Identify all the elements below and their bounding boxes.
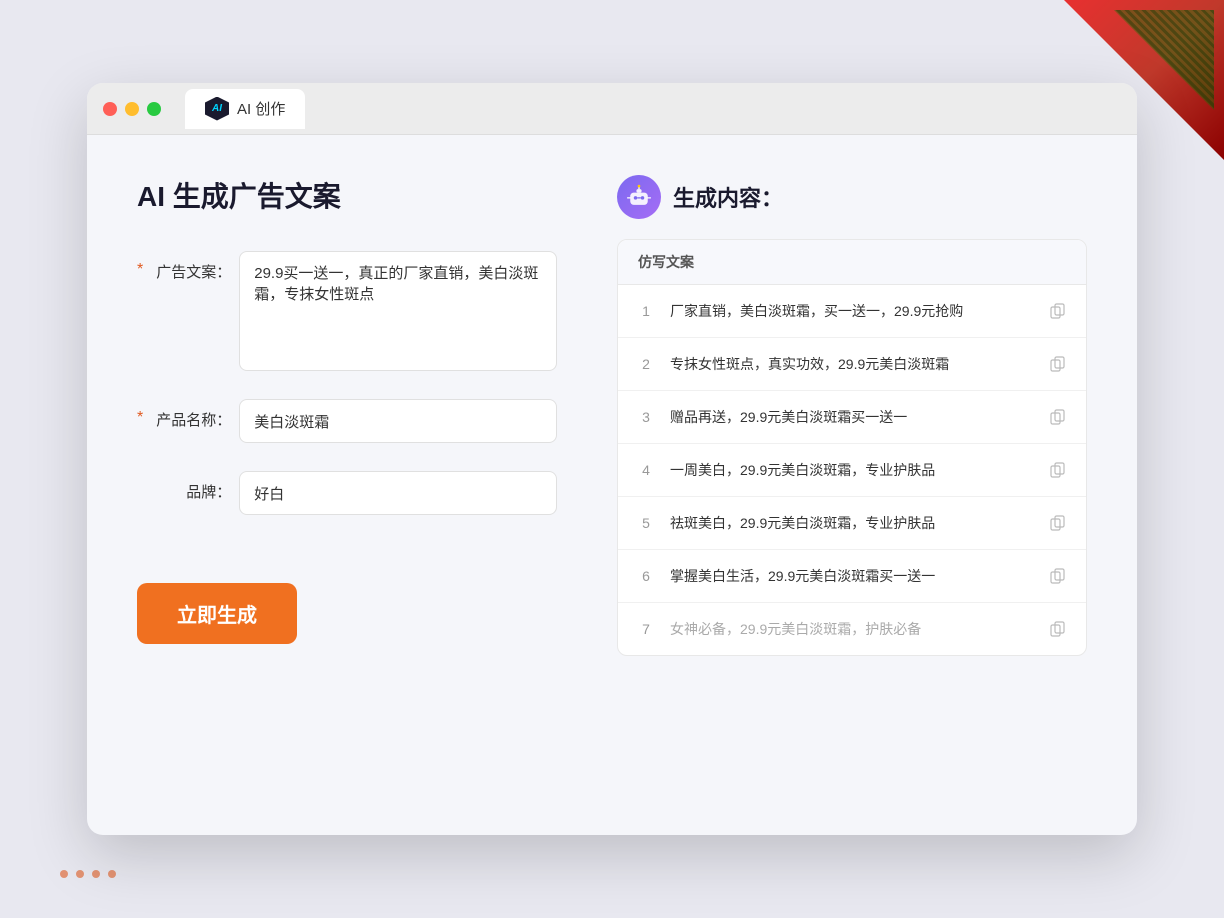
row-number: 3 xyxy=(634,409,658,425)
result-title: 生成内容： xyxy=(673,181,783,213)
right-panel: 生成内容： 仿写文案 1 厂家直销，美白淡斑霜，买一送一，29.9元抢购 2 专抹女… xyxy=(617,175,1087,795)
ad-copy-group: * 广告文案： xyxy=(137,251,557,371)
row-text: 专抹女性斑点，真实功效，29.9元美白淡斑霜 xyxy=(670,354,1034,375)
copy-button[interactable] xyxy=(1046,352,1070,376)
row-text: 掌握美白生活，29.9元美白淡斑霜买一送一 xyxy=(670,566,1034,587)
row-text: 女神必备，29.9元美白淡斑霜，护肤必备 xyxy=(670,619,1034,640)
row-text: 赠品再送，29.9元美白淡斑霜买一送一 xyxy=(670,407,1034,428)
row-text: 厂家直销，美白淡斑霜，买一送一，29.9元抢购 xyxy=(670,301,1034,322)
table-row: 2 专抹女性斑点，真实功效，29.9元美白淡斑霜 xyxy=(618,338,1086,391)
page-title: AI 生成广告文案 xyxy=(137,175,557,215)
copy-button[interactable] xyxy=(1046,564,1070,588)
table-row: 5 祛斑美白，29.9元美白淡斑霜，专业护肤品 xyxy=(618,497,1086,550)
row-number: 2 xyxy=(634,356,658,372)
title-bar: AI AI 创作 xyxy=(87,83,1137,135)
close-button[interactable] xyxy=(103,102,117,116)
row-text: 一周美白，29.9元美白淡斑霜，专业护肤品 xyxy=(670,460,1034,481)
tab-label-text: AI 创作 xyxy=(237,98,285,119)
copy-button[interactable] xyxy=(1046,405,1070,429)
brand-label: 品牌： xyxy=(151,471,231,502)
copy-button[interactable] xyxy=(1046,458,1070,482)
table-row: 1 厂家直销，美白淡斑霜，买一送一，29.9元抢购 xyxy=(618,285,1086,338)
product-name-group: * 产品名称： xyxy=(137,399,557,443)
brand-group: * 品牌： xyxy=(137,471,557,515)
result-table: 仿写文案 1 厂家直销，美白淡斑霜，买一送一，29.9元抢购 2 专抹女性斑点，真实… xyxy=(617,239,1087,656)
row-number: 7 xyxy=(634,621,658,637)
table-header: 仿写文案 xyxy=(618,240,1086,285)
tab-ai[interactable]: AI AI 创作 xyxy=(185,89,305,129)
row-number: 1 xyxy=(634,303,658,319)
row-number: 4 xyxy=(634,462,658,478)
bottom-decoration xyxy=(60,870,116,878)
maximize-button[interactable] xyxy=(147,102,161,116)
row-text: 祛斑美白，29.9元美白淡斑霜，专业护肤品 xyxy=(670,513,1034,534)
mac-window: AI AI 创作 AI 生成广告文案 * 广告文案： * 产品名称： * xyxy=(87,83,1137,835)
copy-button[interactable] xyxy=(1046,511,1070,535)
table-row: 3 赠品再送，29.9元美白淡斑霜买一送一 xyxy=(618,391,1086,444)
required-star-ad: * xyxy=(137,251,143,279)
minimize-button[interactable] xyxy=(125,102,139,116)
result-header: 生成内容： xyxy=(617,175,1087,219)
robot-icon xyxy=(617,175,661,219)
copy-button[interactable] xyxy=(1046,299,1070,323)
product-input[interactable] xyxy=(239,399,557,443)
copy-button[interactable] xyxy=(1046,617,1070,641)
table-row: 4 一周美白，29.9元美白淡斑霜，专业护肤品 xyxy=(618,444,1086,497)
ai-logo-icon: AI xyxy=(205,97,229,121)
brand-input[interactable] xyxy=(239,471,557,515)
row-number: 6 xyxy=(634,568,658,584)
generate-button[interactable]: 立即生成 xyxy=(137,583,297,644)
product-label: 产品名称： xyxy=(151,399,231,430)
table-row: 7 女神必备，29.9元美白淡斑霜，护肤必备 xyxy=(618,603,1086,655)
traffic-lights xyxy=(103,102,161,116)
left-panel: AI 生成广告文案 * 广告文案： * 产品名称： * 品牌： 立即生成 xyxy=(137,175,557,795)
main-content: AI 生成广告文案 * 广告文案： * 产品名称： * 品牌： 立即生成 xyxy=(87,135,1137,835)
result-rows-container: 1 厂家直销，美白淡斑霜，买一送一，29.9元抢购 2 专抹女性斑点，真实功效，29… xyxy=(618,285,1086,655)
required-star-product: * xyxy=(137,399,143,427)
ad-copy-label: 广告文案： xyxy=(151,251,231,282)
row-number: 5 xyxy=(634,515,658,531)
ad-copy-input[interactable] xyxy=(239,251,557,371)
table-row: 6 掌握美白生活，29.9元美白淡斑霜买一送一 xyxy=(618,550,1086,603)
